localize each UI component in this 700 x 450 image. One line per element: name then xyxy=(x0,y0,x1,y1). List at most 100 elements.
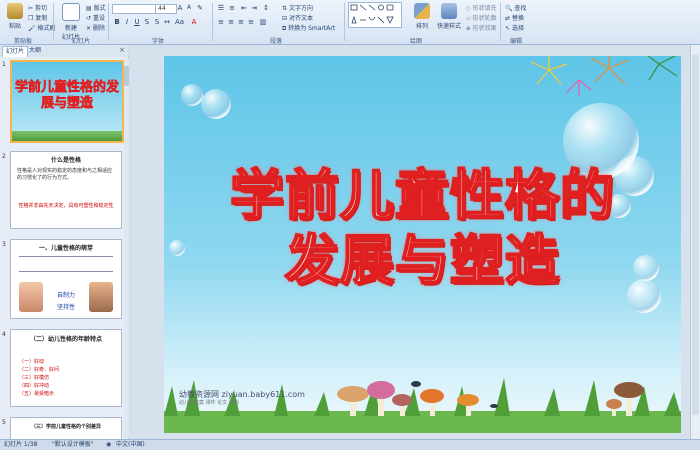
vertical-scrollbar[interactable] xyxy=(690,45,700,439)
slide-thumbnail-panel: 1 学前儿童性格的发展与塑造 2 什么是性格 性格是人对现实的稳定的态度和与之相… xyxy=(0,57,129,439)
group-label-editing: 编辑 xyxy=(510,38,523,45)
shapes-gallery[interactable] xyxy=(348,2,402,28)
panel-scroll-thumb[interactable] xyxy=(124,66,129,86)
shape-outline-button[interactable]: ▱ 形状轮廓 xyxy=(466,13,497,22)
thumbnail-list-item: （三）好模仿 xyxy=(19,375,50,381)
group-label-font: 字体 xyxy=(152,38,165,45)
cut-button[interactable]: ✂ 剪切 xyxy=(28,3,47,12)
current-slide[interactable]: 学前儿童性格的 发展与塑造 幼教资源网 ziyuan.baby611.com 幼… xyxy=(164,56,681,433)
shadow-icon[interactable]: S xyxy=(153,18,161,26)
font-size-box[interactable]: 44 xyxy=(155,4,177,14)
underline-icon[interactable]: U xyxy=(133,18,141,26)
thumbnail-slide-3[interactable]: 一、儿童性格的萌芽 自制力 坚持性 xyxy=(10,239,122,319)
align-text-icon: ⊟ xyxy=(282,15,288,22)
delete-icon: ✕ xyxy=(86,25,92,32)
copy-icon: ❐ xyxy=(28,15,34,22)
delete-slide-button[interactable]: ✕ 删除 xyxy=(86,23,105,32)
cut-icon: ✂ xyxy=(28,5,34,12)
status-bar: 幻灯片 1/38 "默认设计模板" ◉ 中文(中国) xyxy=(0,439,700,450)
select-icon: ↖ xyxy=(505,25,511,32)
align-left-icon[interactable]: ≡ xyxy=(217,18,225,26)
fill-icon: ◇ xyxy=(466,5,471,12)
clear-format-icon[interactable]: ✎ xyxy=(196,4,204,12)
group-label-clipboard: 剪贴板 xyxy=(14,38,33,45)
thumbnail-slide-2[interactable]: 什么是性格 性格是人对现实的稳定的态度和与之相适应的习惯化了的行为方式。 性格并… xyxy=(10,151,122,229)
ribbon-group-labels: 剪贴板 幻灯片 字体 段落 绘图 编辑 xyxy=(0,36,700,45)
tab-slides[interactable]: 幻灯片 xyxy=(2,46,29,57)
arrange-button[interactable]: 排列 xyxy=(410,2,434,34)
justify-icon[interactable]: ≡ xyxy=(247,18,255,26)
align-center-icon[interactable]: ≡ xyxy=(227,18,235,26)
thumbnail-number: 4 xyxy=(2,331,6,338)
thumbnail-text-lines xyxy=(19,256,113,272)
thumbnail-heading: （三）学前儿童性格的个别差异 xyxy=(30,424,101,430)
group-label-drawing: 绘图 xyxy=(410,38,423,45)
scroll-thumb[interactable] xyxy=(692,55,699,415)
grass-decoration xyxy=(12,131,122,141)
strikethrough-icon[interactable]: S xyxy=(143,18,151,26)
thumbnail-list-item: （二）好奇、好问 xyxy=(19,367,60,373)
bullets-icon[interactable]: ☰ xyxy=(217,4,225,12)
new-slide-button[interactable]: 新建 幻灯片 xyxy=(57,2,85,41)
quick-styles-button[interactable]: 快速样式 xyxy=(434,2,464,34)
shapes-gallery-icons xyxy=(350,4,394,24)
increase-indent-icon[interactable]: ⇥ xyxy=(250,4,258,12)
shrink-font-icon[interactable]: A xyxy=(185,4,193,12)
grow-font-icon[interactable]: A xyxy=(176,4,184,12)
align-right-icon[interactable]: ≡ xyxy=(237,18,245,26)
columns-icon[interactable]: ▥ xyxy=(259,18,267,26)
effects-icon: ◈ xyxy=(466,25,471,32)
numbering-icon[interactable]: ≡ xyxy=(228,4,236,12)
shape-effects-button[interactable]: ◈ 形状效果 xyxy=(466,23,497,32)
tab-outline[interactable]: 大纲 xyxy=(26,46,44,56)
layout-icon: ▤ xyxy=(86,5,92,12)
thumbnail-heading: 什么是性格 xyxy=(50,157,81,164)
reset-icon: ↺ xyxy=(86,15,92,22)
close-panel-icon[interactable]: × xyxy=(119,46,125,54)
text-direction-icon: ⇅ xyxy=(282,5,288,12)
watermark-subtext: 幼儿园教案 课件 论文 试题 xyxy=(179,400,239,406)
replace-button[interactable]: ⇄ 替换 xyxy=(505,13,524,22)
paste-icon xyxy=(7,3,23,19)
paste-button[interactable]: 粘贴 xyxy=(3,2,27,34)
decrease-indent-icon[interactable]: ⇤ xyxy=(240,4,248,12)
group-label-slides: 幻灯片 xyxy=(72,38,91,45)
thumbnail-slide-5[interactable]: （三）学前儿童性格的个别差异 xyxy=(10,417,122,439)
smartart-button[interactable]: ⧉ 转换为 SmartArt xyxy=(282,23,335,33)
spacing-icon[interactable]: ↔ xyxy=(163,18,171,26)
thumbnail-list-item: （四）好冲动 xyxy=(19,383,50,389)
thumbnail-list-item: （一）好动 xyxy=(19,359,45,365)
bold-icon[interactable]: B xyxy=(113,18,121,26)
slide-title-line-2[interactable]: 发展与塑造 xyxy=(164,216,681,295)
outline-icon: ▱ xyxy=(466,15,471,22)
thumbnail-footer: 性格并非由先天决定，具有可塑性和稳定性 xyxy=(18,203,114,209)
thumbnail-title: 学前儿童性格的发展与塑造 xyxy=(14,80,120,112)
thumbnail-number: 1 xyxy=(2,61,6,68)
find-button[interactable]: 🔍 查找 xyxy=(505,3,526,12)
thumbnail-slide-1[interactable]: 学前儿童性格的发展与塑造 xyxy=(10,60,124,143)
layout-button[interactable]: ▤ 版式 xyxy=(86,3,106,12)
reset-button[interactable]: ↺ 重设 xyxy=(86,13,105,22)
panel-scrollbar[interactable] xyxy=(124,58,129,438)
paste-label: 粘贴 xyxy=(8,23,21,30)
italic-icon[interactable]: I xyxy=(123,18,131,26)
text-direction-button[interactable]: ⇅ 文字方向 xyxy=(282,3,313,12)
align-text-button[interactable]: ⊟ 对齐文本 xyxy=(282,13,313,22)
copy-button[interactable]: ❐ 复制 xyxy=(28,13,47,22)
font-color-icon[interactable]: A xyxy=(190,18,198,26)
find-icon: 🔍 xyxy=(505,5,513,12)
thumbnail-heading: （二）幼儿性格的年龄特点 xyxy=(29,336,102,343)
brush-icon: 🖌 xyxy=(28,25,36,32)
select-button[interactable]: ↖ 选择 xyxy=(505,23,524,32)
child-photo xyxy=(19,282,43,312)
change-case-icon[interactable]: Aa xyxy=(175,18,184,26)
thumbnail-slide-4[interactable]: （二）幼儿性格的年龄特点 （一）好动 （二）好奇、好问 （三）好模仿 （四）好冲… xyxy=(10,329,122,407)
format-painter-button[interactable]: 🖌 格式刷 xyxy=(28,23,56,32)
thumbnail-heading: 一、儿童性格的萌芽 xyxy=(38,245,93,252)
smartart-icon: ⧉ xyxy=(282,25,287,32)
font-name-box[interactable] xyxy=(112,4,156,14)
shape-fill-button[interactable]: ◇ 形状填充 xyxy=(466,3,497,12)
thumbnail-number: 2 xyxy=(2,153,6,160)
ribbon: 粘贴 ✂ 剪切 ❐ 复制 🖌 格式刷 新建 幻灯片 ▤ 版式 ↺ 重设 ✕ 删除… xyxy=(0,0,700,45)
line-spacing-icon[interactable]: ↕ xyxy=(262,4,270,12)
